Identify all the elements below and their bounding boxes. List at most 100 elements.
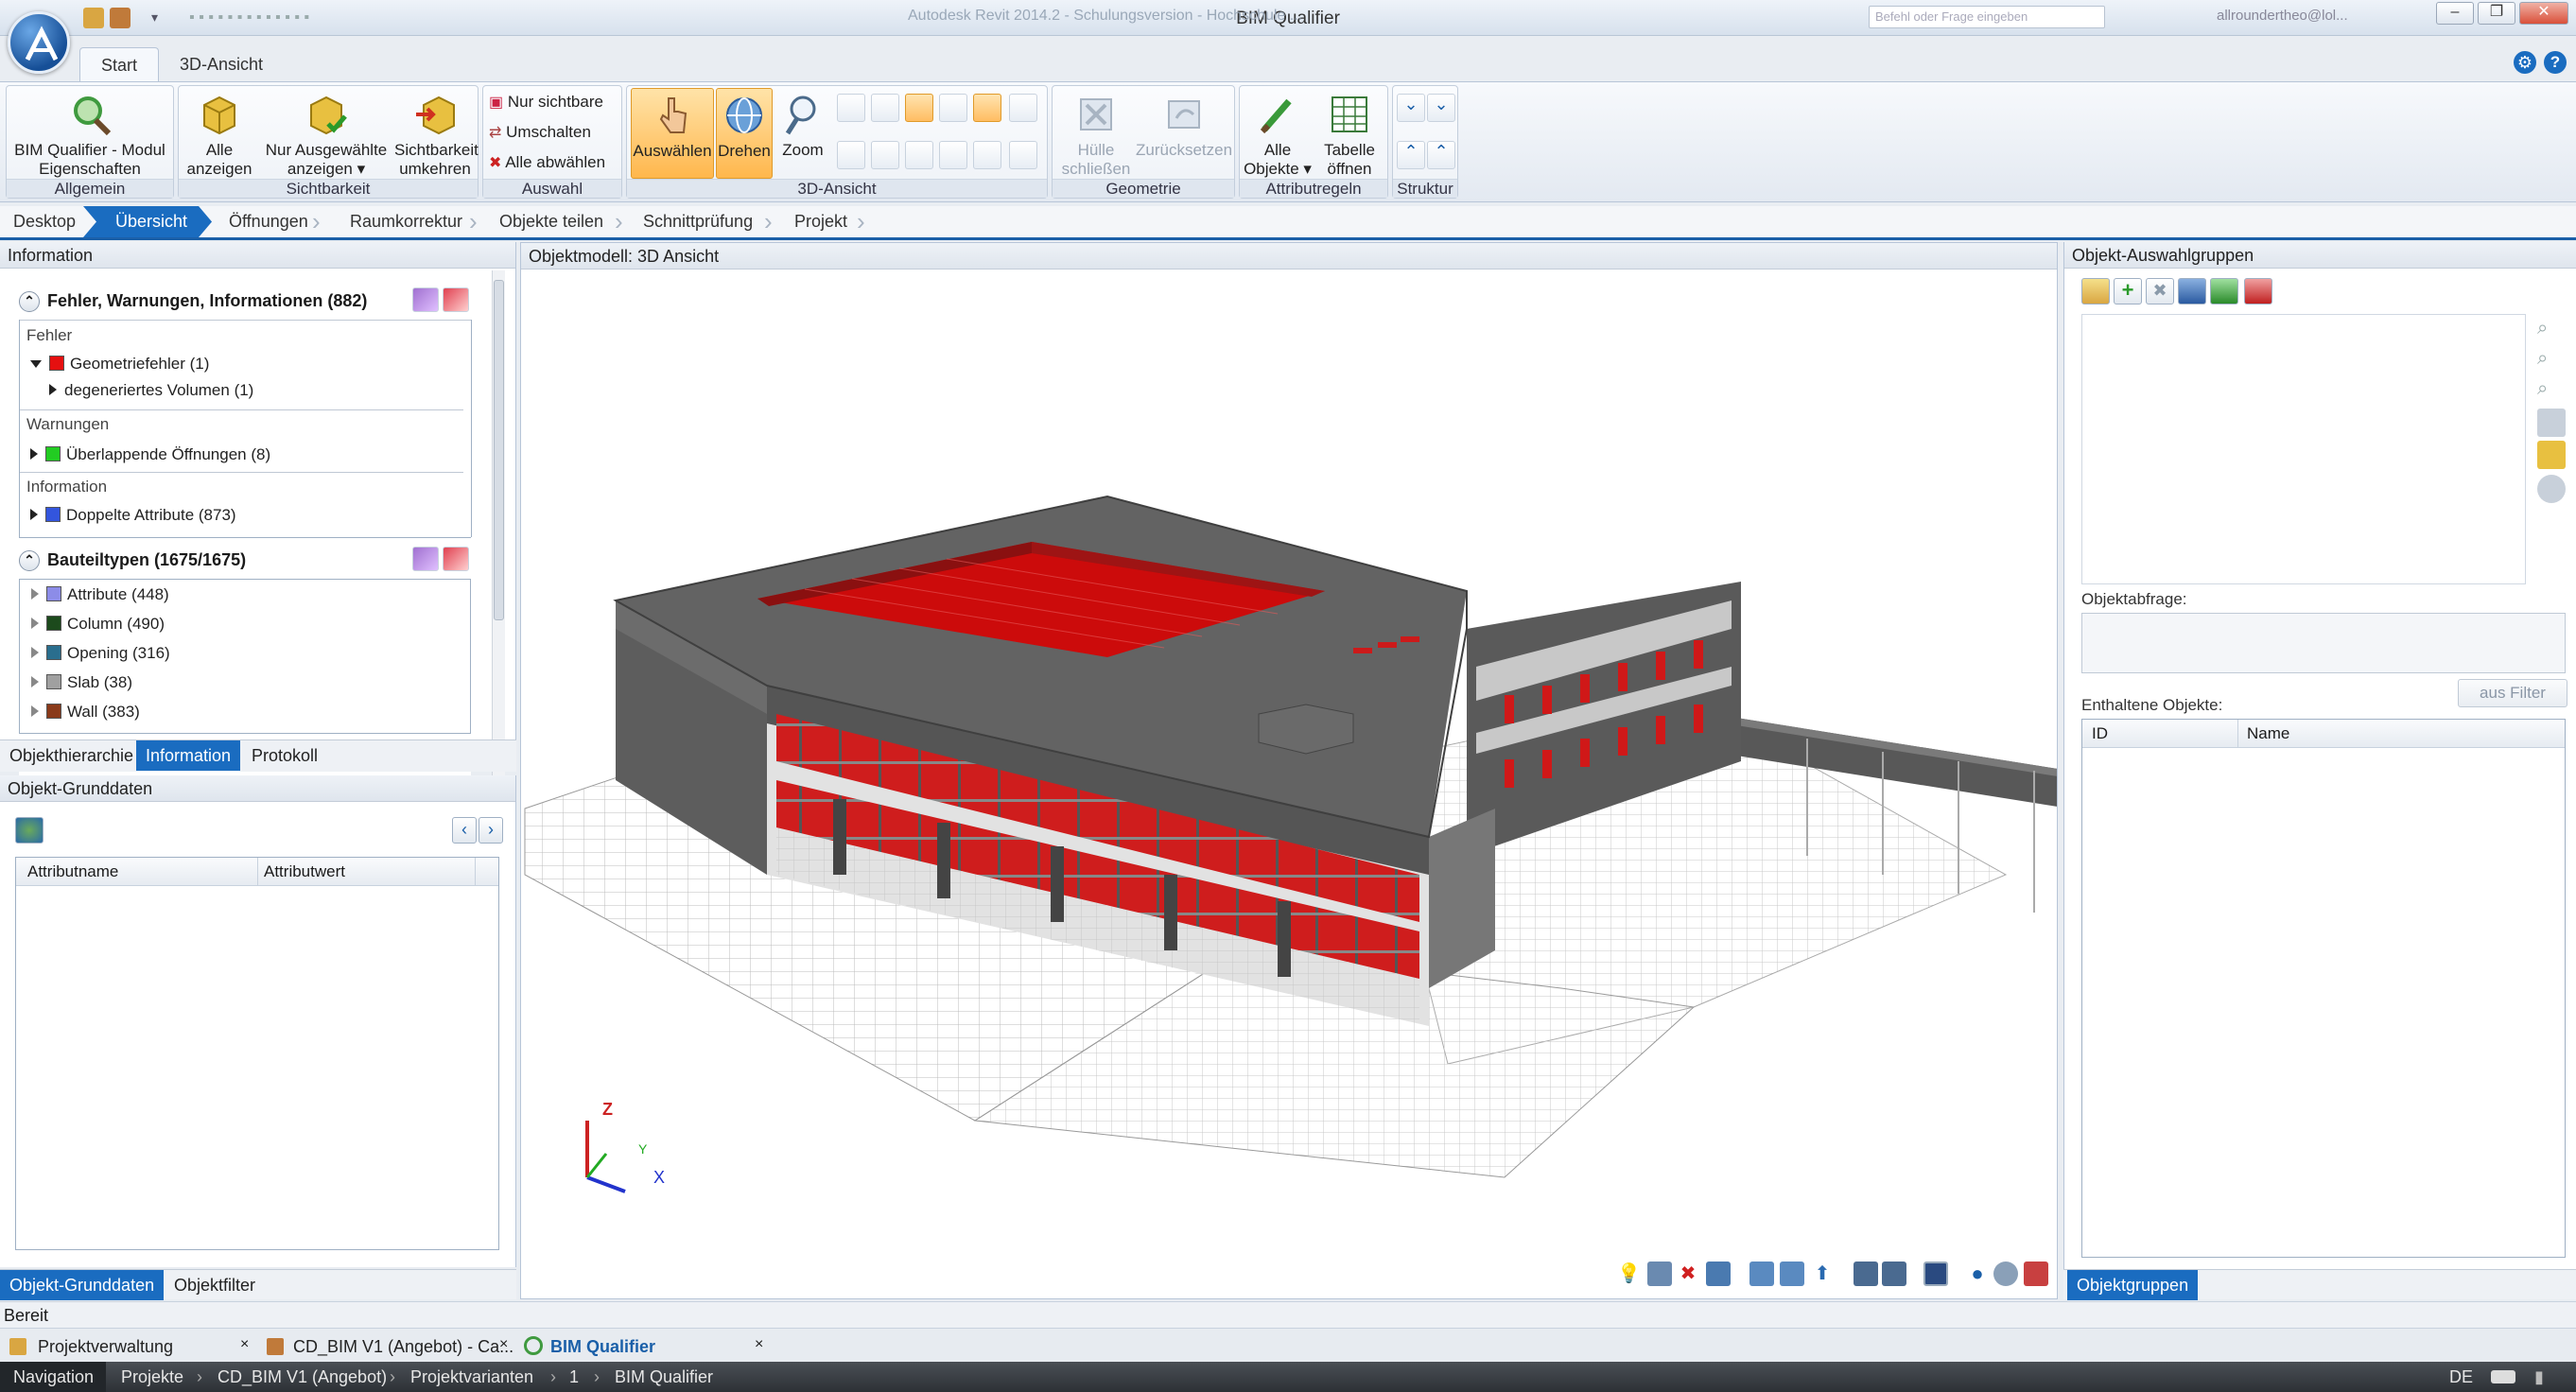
info-icon[interactable]: ● <box>1965 1262 1990 1286</box>
close-tab-icon[interactable]: × <box>755 1336 763 1353</box>
type-item-wall[interactable]: Wall (383) <box>31 697 140 726</box>
rotate-mode-button[interactable]: Drehen <box>716 88 773 179</box>
tab-objektgruppen[interactable]: Objektgruppen <box>2067 1270 2199 1300</box>
crumb-uebersicht[interactable]: Übersicht <box>83 206 212 237</box>
geometry-error-item[interactable]: Geometriefehler (1) <box>30 349 209 378</box>
layer-icon[interactable] <box>973 141 1001 169</box>
open-icon[interactable] <box>110 8 131 28</box>
nav-bim-qualifier[interactable]: BIM Qualifier <box>615 1362 713 1392</box>
zoom-selection-icon[interactable] <box>871 141 899 169</box>
frame-icon[interactable] <box>1009 141 1037 169</box>
col-id[interactable]: ID <box>2092 720 2108 748</box>
expand-all-icon[interactable]: ⌄ <box>1397 94 1425 122</box>
iso-icon[interactable] <box>1882 1262 1906 1286</box>
collapsed-icon[interactable] <box>31 647 39 658</box>
nav-variant-1[interactable]: 1 <box>569 1362 579 1392</box>
only-visible-item[interactable]: ▣ Nur sichtbare <box>489 88 603 116</box>
export-icon[interactable] <box>2024 1262 2048 1286</box>
light-bulb-icon[interactable]: 💡 <box>1617 1262 1642 1286</box>
upload-icon[interactable]: ⬆ <box>1810 1262 1835 1286</box>
export-group-icon[interactable] <box>2244 278 2272 304</box>
tab-objekt-grunddaten[interactable]: Objekt-Grunddaten <box>0 1270 165 1300</box>
orbit-icon[interactable] <box>905 141 933 169</box>
all-objects-button[interactable]: Alle Objekte ▾ <box>1244 88 1312 179</box>
3d-viewport[interactable] <box>521 270 2057 1270</box>
search-clear-icon[interactable]: ⌕ <box>2537 378 2566 407</box>
zoom-mode-button[interactable]: Zoom <box>775 88 831 160</box>
tab-objektfilter[interactable]: Objektfilter <box>165 1270 265 1300</box>
screen-icon[interactable] <box>1923 1262 1948 1286</box>
close-hull-button[interactable]: Hülle schließen <box>1056 88 1136 179</box>
close-button[interactable]: ✕ <box>2519 2 2568 25</box>
collapse-all-icon[interactable]: ⌃ <box>1397 141 1425 169</box>
col-attributname[interactable]: Attributname <box>27 858 118 886</box>
show-all-button[interactable]: Alle anzeigen <box>183 88 256 179</box>
invert-visibility-button[interactable]: Sichtbarkeit umkehren <box>394 88 479 179</box>
keyboard-icon[interactable] <box>2491 1370 2515 1383</box>
view-box-icon[interactable] <box>939 94 967 122</box>
edit-icon[interactable] <box>412 287 439 312</box>
crumb-schnittpruefung[interactable]: Schnittprüfung <box>630 206 753 237</box>
bim-qualifier-module-button[interactable]: BIM Qualifier - Modul Eigenschaften <box>10 88 169 179</box>
task-cd-bim[interactable]: CD_BIM V1 (Angebot) - Ca... <box>259 1332 513 1361</box>
delete-icon[interactable]: ✖ <box>2146 278 2174 304</box>
groups-list[interactable] <box>2081 314 2526 584</box>
nav-projektvarianten[interactable]: Projektvarianten <box>410 1362 533 1392</box>
types-section-header[interactable]: ⌃ Bauteiltypen (1675/1675) <box>13 545 477 575</box>
crumb-raumkorrektur[interactable]: Raumkorrektur <box>337 206 462 237</box>
zoom-in-icon[interactable] <box>837 94 865 122</box>
overlapping-openings-item[interactable]: Überlappende Öffnungen (8) <box>30 440 270 469</box>
collapsed-icon[interactable] <box>31 588 39 600</box>
scrollbar-thumb[interactable] <box>494 280 504 620</box>
collapsed-icon[interactable] <box>31 705 39 717</box>
crumb-oeffnungen[interactable]: Öffnungen <box>216 206 308 237</box>
revit-search-input[interactable]: Befehl oder Frage eingeben <box>1869 6 2105 28</box>
collapsed-icon[interactable] <box>30 509 38 520</box>
col-attributwert[interactable]: Attributwert <box>264 858 345 886</box>
collapsed-icon[interactable] <box>49 384 57 395</box>
grid-icon[interactable] <box>973 94 1001 122</box>
collapsed-icon[interactable] <box>31 618 39 629</box>
qat-dropdown-icon[interactable]: ▾ <box>151 9 158 26</box>
tab-3d-ansicht[interactable]: 3D-Ansicht <box>159 47 284 81</box>
open-table-button[interactable]: Tabelle öffnen <box>1314 88 1385 179</box>
perspective-icon[interactable] <box>1854 1262 1878 1286</box>
nav-projekte[interactable]: Projekte <box>121 1362 183 1392</box>
save-icon[interactable] <box>83 8 104 28</box>
task-projektverwaltung[interactable]: Projektverwaltung <box>4 1332 173 1361</box>
collapse-icon[interactable]: ⌃ <box>19 291 40 313</box>
collapsed-icon[interactable] <box>30 448 38 460</box>
tab-start[interactable]: Start <box>79 47 160 81</box>
previous-icon[interactable]: ‹ <box>452 817 477 844</box>
duplicate-attributes-item[interactable]: Doppelte Attribute (873) <box>30 500 236 530</box>
deselect-all-item[interactable]: ✖ Alle abwählen <box>489 148 605 177</box>
type-item-opening[interactable]: Opening (316) <box>31 638 170 668</box>
type-item-column[interactable]: Column (490) <box>31 609 165 638</box>
close-tab-icon[interactable]: × <box>499 1336 508 1353</box>
window-icon[interactable] <box>1009 94 1037 122</box>
section-icon[interactable] <box>1647 1262 1672 1286</box>
tab-objekthierarchie[interactable]: Objekthierarchie <box>0 740 143 771</box>
type-item-attribute[interactable]: Attribute (448) <box>31 580 169 609</box>
type-item-slab[interactable]: Slab (38) <box>31 668 132 697</box>
tab-protokoll[interactable]: Protokoll <box>242 740 327 771</box>
next-icon[interactable]: › <box>479 817 503 844</box>
show-selected-button[interactable]: Nur Ausgewählte anzeigen ▾ <box>258 88 394 179</box>
zoom-out-icon[interactable] <box>871 94 899 122</box>
toggle-item[interactable]: ⇄ Umschalten <box>489 118 591 147</box>
search-icon[interactable]: ⌕ <box>2537 318 2566 346</box>
expand-icon[interactable]: ⌄ <box>1427 94 1455 122</box>
clip-icon[interactable] <box>1706 1262 1731 1286</box>
view-front-icon[interactable] <box>905 94 933 122</box>
nav-cd-bim[interactable]: CD_BIM V1 (Angebot) <box>218 1362 387 1392</box>
restore-button[interactable]: ❐ <box>2478 2 2515 25</box>
collapse-icon[interactable]: ⌃ <box>1427 141 1455 169</box>
close-tab-icon[interactable]: × <box>240 1336 249 1353</box>
save-disk-icon[interactable] <box>2178 278 2206 304</box>
add-icon[interactable]: + <box>2114 278 2142 304</box>
delete-section-icon[interactable]: ✖ <box>1676 1262 1700 1286</box>
settings-gear-icon[interactable]: ⚙ <box>2514 51 2536 74</box>
layers-icon[interactable] <box>1993 1262 2018 1286</box>
collapse-icon[interactable]: ⌃ <box>19 550 40 572</box>
language-indicator[interactable]: DE <box>2449 1362 2473 1392</box>
